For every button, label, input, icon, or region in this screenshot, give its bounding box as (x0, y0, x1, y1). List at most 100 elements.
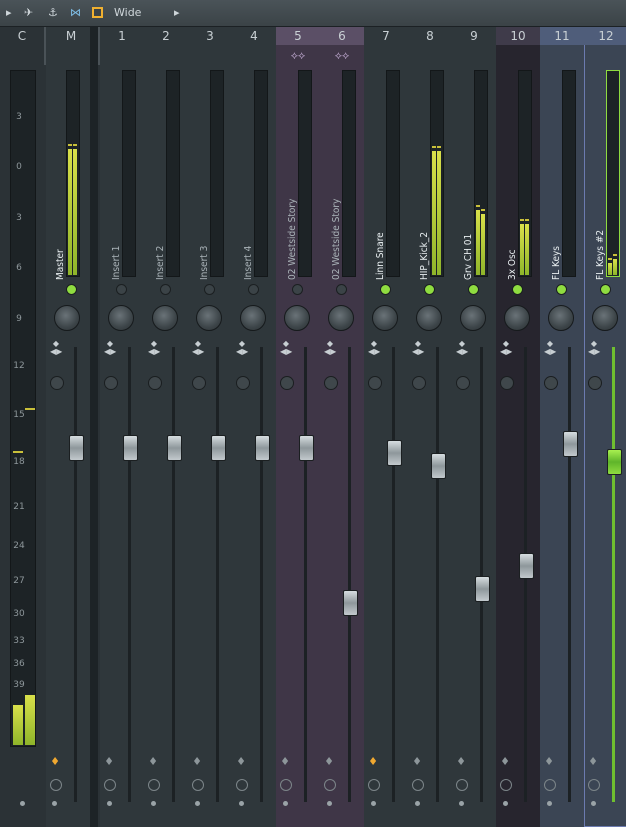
volume-fader[interactable] (519, 553, 534, 580)
track-number[interactable]: 6 (320, 27, 364, 45)
mixer-track-5[interactable]: 5 ⟡⟡ 02 Westside Story ◆ ◀▶ ♦ (276, 27, 320, 827)
mute-led[interactable] (556, 284, 567, 295)
clock-icon[interactable] (412, 779, 424, 791)
mixer-track-M[interactable]: M Master ◆ ◀▶ ♦ (46, 27, 96, 827)
route-icon[interactable]: ♦ (148, 755, 158, 769)
track-name[interactable]: Insert 3 (198, 180, 212, 280)
mute-led[interactable] (336, 284, 347, 295)
route-icon[interactable]: ♦ (104, 755, 114, 769)
fader-track[interactable] (348, 347, 351, 802)
track-number[interactable]: 9 (452, 27, 496, 45)
pan-knob[interactable] (54, 305, 80, 331)
mixer-track-6[interactable]: 6 ⟡⟡ 02 Westside Story ◆ ◀▶ ♦ (320, 27, 364, 827)
bird-icon[interactable]: ✈ (24, 5, 33, 21)
layout-icon[interactable] (92, 7, 103, 18)
mute-led[interactable] (380, 284, 391, 295)
route-icon[interactable]: ♦ (588, 755, 598, 769)
mute-led[interactable] (468, 284, 479, 295)
volume-fader[interactable] (387, 439, 402, 466)
fader-track[interactable] (128, 347, 131, 802)
stereo-arrows-icon[interactable]: ◆ ◀▶ (324, 340, 336, 364)
mute-led[interactable] (292, 284, 303, 295)
track-name[interactable]: 02 Westside Story (330, 180, 344, 280)
route-icon[interactable]: ♦ (412, 755, 422, 769)
track-name[interactable]: Linn Snare (374, 180, 388, 280)
stereo-knob[interactable] (236, 376, 250, 390)
pan-knob[interactable] (108, 305, 134, 331)
mixer-track-11[interactable]: 11 FL Keys ◆ ◀▶ ♦ (540, 27, 584, 827)
volume-fader[interactable] (563, 430, 578, 457)
track-number[interactable]: M (46, 27, 96, 45)
track-number[interactable]: 12 (584, 27, 626, 45)
pan-knob[interactable] (416, 305, 442, 331)
volume-fader[interactable] (607, 448, 622, 475)
stereo-arrows-icon[interactable]: ◆ ◀▶ (456, 340, 468, 364)
mute-led[interactable] (66, 284, 77, 295)
clock-icon[interactable] (50, 779, 62, 791)
track-name[interactable]: Master (54, 180, 68, 280)
pan-knob[interactable] (196, 305, 222, 331)
stereo-arrows-icon[interactable]: ◆ ◀▶ (500, 340, 512, 364)
stereo-arrows-icon[interactable]: ◆ ◀▶ (544, 340, 556, 364)
mute-led[interactable] (160, 284, 171, 295)
stereo-knob[interactable] (456, 376, 470, 390)
mixer-track-7[interactable]: 7 Linn Snare ◆ ◀▶ ♦ (364, 27, 408, 827)
track-number[interactable]: 8 (408, 27, 452, 45)
track-name[interactable]: Insert 1 (110, 180, 124, 280)
route-icon[interactable]: ♦ (280, 755, 290, 769)
anchor-icon[interactable]: ⚓ (48, 5, 58, 21)
clock-icon[interactable] (280, 779, 292, 791)
track-number[interactable]: 1 (100, 27, 144, 45)
stereo-arrows-icon[interactable]: ◆ ◀▶ (192, 340, 204, 364)
clock-icon[interactable] (456, 779, 468, 791)
track-name[interactable]: Insert 2 (154, 180, 168, 280)
stereo-arrows-icon[interactable]: ◆ ◀▶ (368, 340, 380, 364)
track-number[interactable]: 11 (540, 27, 584, 45)
pan-knob[interactable] (240, 305, 266, 331)
route-icon[interactable]: ♦ (50, 755, 60, 769)
bowtie-icon[interactable]: ⋈ (70, 5, 81, 21)
stereo-knob[interactable] (148, 376, 162, 390)
fader-track[interactable] (216, 347, 219, 802)
mixer-track-1[interactable]: 1 Insert 1 ◆ ◀▶ ♦ (100, 27, 144, 827)
mixer-track-12[interactable]: 12 FL Keys #2 ◆ ◀▶ ♦ (584, 27, 626, 827)
route-icon[interactable]: ♦ (368, 755, 378, 769)
clock-icon[interactable] (236, 779, 248, 791)
track-number[interactable]: C (0, 27, 44, 45)
stereo-arrows-icon[interactable]: ◆ ◀▶ (588, 340, 600, 364)
clock-icon[interactable] (544, 779, 556, 791)
volume-fader[interactable] (299, 435, 314, 462)
route-icon[interactable]: ♦ (236, 755, 246, 769)
clock-icon[interactable] (588, 779, 600, 791)
route-icon[interactable]: ♦ (324, 755, 334, 769)
stereo-knob[interactable] (412, 376, 426, 390)
fader-track[interactable] (568, 347, 571, 802)
fader-track[interactable] (260, 347, 263, 802)
pan-knob[interactable] (284, 305, 310, 331)
track-number[interactable]: 10 (496, 27, 540, 45)
track-name[interactable]: 3x Osc (506, 180, 520, 280)
route-icon[interactable]: ♦ (456, 755, 466, 769)
stereo-knob[interactable] (500, 376, 514, 390)
stereo-knob[interactable] (544, 376, 558, 390)
stereo-knob[interactable] (280, 376, 294, 390)
fader-track[interactable] (74, 347, 77, 802)
mute-led[interactable] (204, 284, 215, 295)
stereo-arrows-icon[interactable]: ◆ ◀▶ (104, 340, 116, 364)
clock-icon[interactable] (192, 779, 204, 791)
stereo-arrows-icon[interactable]: ◆ ◀▶ (50, 340, 62, 364)
track-name[interactable]: HIP_Kick_2 (418, 180, 432, 280)
fader-track[interactable] (436, 347, 439, 802)
stereo-knob[interactable] (192, 376, 206, 390)
clock-icon[interactable] (104, 779, 116, 791)
track-number[interactable]: 7 (364, 27, 408, 45)
volume-fader[interactable] (123, 435, 138, 462)
fader-track[interactable] (392, 347, 395, 802)
track-number[interactable]: 4 (232, 27, 276, 45)
volume-fader[interactable] (431, 453, 446, 480)
fader-track[interactable] (480, 347, 483, 802)
stereo-knob[interactable] (104, 376, 118, 390)
track-number[interactable]: 2 (144, 27, 188, 45)
volume-fader[interactable] (167, 435, 182, 462)
clock-icon[interactable] (368, 779, 380, 791)
